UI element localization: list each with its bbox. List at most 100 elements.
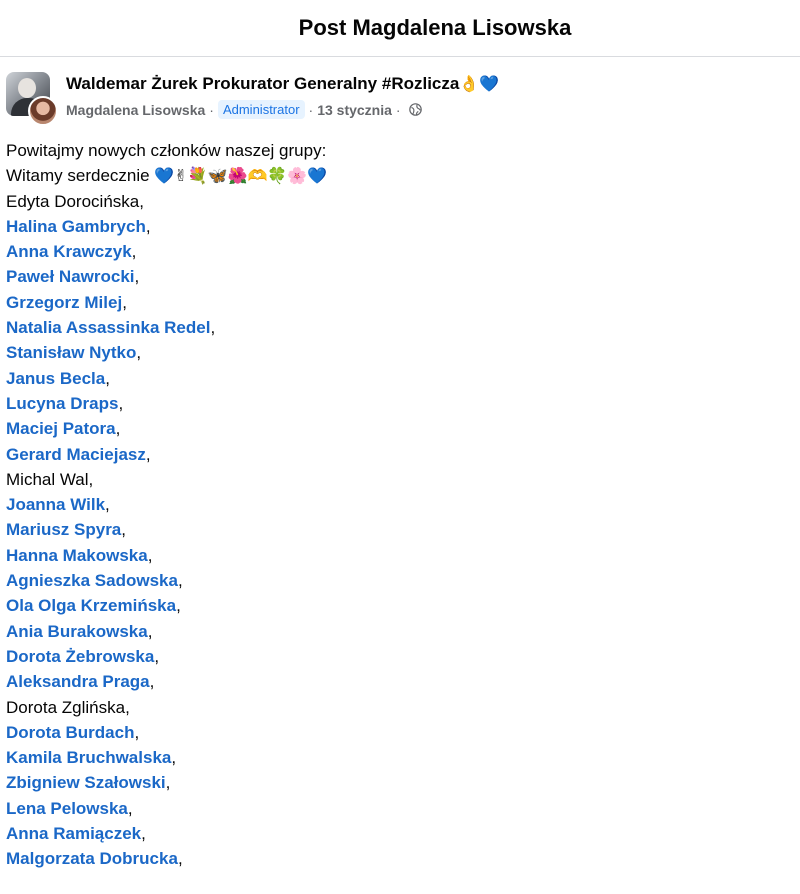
member-name-text: Michal Wal bbox=[6, 469, 89, 489]
member-separator: , bbox=[121, 520, 126, 540]
member-separator: , bbox=[105, 368, 110, 388]
member-name-link[interactable]: Stanisław Nytko bbox=[6, 343, 136, 362]
author-name-link[interactable]: Magdalena Lisowska bbox=[66, 102, 205, 118]
member-name-link[interactable]: Joanna Wilk bbox=[6, 495, 105, 514]
role-badge: Administrator bbox=[217, 100, 305, 119]
member-separator: , bbox=[131, 242, 137, 262]
member-list-item: Zbigniew Szałowski, bbox=[6, 770, 786, 795]
member-name-text: Edyta Dorocińska bbox=[6, 191, 140, 211]
post-date-link[interactable]: 13 stycznia bbox=[317, 102, 392, 118]
member-name-link[interactable]: Lucyna Draps bbox=[6, 394, 118, 413]
member-separator: , bbox=[165, 773, 171, 793]
member-list-item: Dorota Żebrowska, bbox=[6, 644, 786, 669]
member-list-item: Paweł Nawrocki, bbox=[6, 264, 786, 289]
greeting-text: Witamy serdecznie bbox=[6, 166, 150, 186]
member-separator: , bbox=[141, 824, 146, 844]
member-separator: , bbox=[118, 393, 124, 413]
member-name-link[interactable]: Mariusz Spyra bbox=[6, 520, 121, 539]
member-separator: , bbox=[154, 646, 160, 666]
member-list-item: Janus Becla, bbox=[6, 366, 786, 391]
member-name-link[interactable]: Ola Olga Krzemińska bbox=[6, 596, 176, 615]
member-name-link[interactable]: Anna Krawczyk bbox=[6, 242, 132, 261]
member-list-item: Maciej Patora, bbox=[6, 416, 786, 441]
member-separator: , bbox=[105, 495, 110, 515]
member-list-item: Edyta Dorocińska, bbox=[6, 189, 786, 214]
member-separator: , bbox=[134, 722, 140, 742]
member-list-item: Lena Pelowska, bbox=[6, 796, 786, 821]
member-list: Edyta Dorocińska, Halina Gambrych, Anna Kr… bbox=[6, 189, 786, 872]
member-separator: , bbox=[147, 621, 153, 641]
member-list-item: Ania Burakowska, bbox=[6, 619, 786, 644]
member-name-text: Dorota Zglińska bbox=[6, 697, 126, 717]
group-name-link[interactable]: Waldemar Żurek Prokurator Generalny #Roz… bbox=[66, 74, 499, 94]
author-avatar[interactable] bbox=[28, 96, 58, 126]
member-list-item: Michal Wal, bbox=[6, 467, 786, 492]
post-body: Powitajmy nowych członków naszej grupy: … bbox=[6, 138, 786, 872]
member-list-item: Lucyna Draps, bbox=[6, 391, 786, 416]
group-name-text: Waldemar Żurek Prokurator Generalny #Roz… bbox=[66, 74, 460, 93]
member-name-link[interactable]: Agnieszka Sadowska bbox=[6, 571, 178, 590]
member-separator: , bbox=[176, 596, 181, 616]
member-list-item: Kamila Bruchwalska, bbox=[6, 745, 786, 770]
member-name-link[interactable]: Maciej Patora bbox=[6, 419, 116, 438]
member-separator: , bbox=[139, 191, 144, 211]
member-name-link[interactable]: Dorota Burdach bbox=[6, 723, 134, 742]
member-separator: , bbox=[122, 292, 127, 312]
meta-separator: · bbox=[308, 101, 314, 118]
member-name-link[interactable]: Hanna Makowska bbox=[6, 546, 148, 565]
post-header: Waldemar Żurek Prokurator Generalny #Roz… bbox=[0, 70, 800, 128]
member-list-item: Joanna Wilk, bbox=[6, 492, 786, 517]
member-name-link[interactable]: Anna Ramiączek bbox=[6, 824, 141, 843]
avatar-stack[interactable] bbox=[6, 72, 58, 126]
page-title: Post Magdalena Lisowska bbox=[298, 15, 572, 40]
member-name-link[interactable]: Paweł Nawrocki bbox=[6, 267, 135, 286]
member-separator: , bbox=[88, 469, 94, 489]
member-name-link[interactable]: Dorota Żebrowska bbox=[6, 647, 154, 666]
member-separator: , bbox=[145, 444, 151, 464]
member-list-item: Malgorzata Dobrucka, bbox=[6, 846, 786, 871]
member-name-link[interactable]: Halina Gambrych bbox=[6, 217, 146, 236]
member-separator: , bbox=[134, 267, 140, 287]
member-name-link[interactable]: Zbigniew Szałowski bbox=[6, 773, 166, 792]
member-separator: , bbox=[127, 798, 133, 818]
member-name-link[interactable]: Natalia Assassinka Redel bbox=[6, 318, 210, 337]
member-list-item: Dorota Zglińska, bbox=[6, 695, 786, 720]
member-separator: , bbox=[149, 672, 155, 692]
member-list-item: Halina Gambrych, bbox=[6, 214, 786, 239]
member-separator: , bbox=[145, 216, 151, 236]
member-separator: , bbox=[115, 419, 121, 439]
member-separator: , bbox=[147, 545, 153, 565]
member-separator: , bbox=[177, 849, 183, 869]
meta-separator: · bbox=[395, 101, 401, 118]
member-list-item: Hanna Makowska, bbox=[6, 543, 786, 568]
member-list-item: Anna Krawczyk, bbox=[6, 239, 786, 264]
member-list-item: Stanisław Nytko, bbox=[6, 340, 786, 365]
member-name-link[interactable]: Ania Burakowska bbox=[6, 622, 148, 641]
member-name-link[interactable]: Lena Pelowska bbox=[6, 799, 128, 818]
member-name-link[interactable]: Aleksandra Praga bbox=[6, 672, 150, 691]
member-separator: , bbox=[177, 571, 183, 591]
member-list-item: Ola Olga Krzemińska, bbox=[6, 593, 786, 618]
member-list-item: Dorota Burdach, bbox=[6, 720, 786, 745]
member-list-item: Aleksandra Praga, bbox=[6, 669, 786, 694]
member-name-link[interactable]: Gerard Maciejasz bbox=[6, 445, 146, 464]
member-name-link[interactable]: Janus Becla bbox=[6, 369, 105, 388]
member-separator: , bbox=[210, 318, 216, 338]
member-list-item: Mariusz Spyra, bbox=[6, 517, 786, 542]
member-separator: , bbox=[125, 697, 130, 717]
page-header: Post Magdalena Lisowska bbox=[0, 0, 800, 57]
post-greeting-line: Witamy serdecznie 💙✌💐🦋🌺🫶🍀🌸💙 bbox=[6, 163, 786, 188]
member-name-link[interactable]: Grzegorz Milej bbox=[6, 293, 122, 312]
member-list-item: Agnieszka Sadowska, bbox=[6, 568, 786, 593]
globe-icon bbox=[408, 103, 422, 116]
group-name-emoji: 👌💙 bbox=[459, 74, 500, 93]
member-name-link[interactable]: Kamila Bruchwalska bbox=[6, 748, 171, 767]
member-separator: , bbox=[171, 748, 177, 768]
member-list-item: Anna Ramiączek, bbox=[6, 821, 786, 846]
post-meta: Magdalena Lisowska · Administrator · 13 … bbox=[66, 100, 422, 119]
member-name-link[interactable]: Malgorzata Dobrucka bbox=[6, 849, 178, 868]
member-list-item: Gerard Maciejasz, bbox=[6, 442, 786, 467]
member-list-item: Natalia Assassinka Redel, bbox=[6, 315, 786, 340]
greeting-emoji: 💙✌💐🦋🌺🫶🍀🌸💙 bbox=[154, 166, 328, 186]
post-intro-line: Powitajmy nowych członków naszej grupy: bbox=[6, 141, 327, 160]
